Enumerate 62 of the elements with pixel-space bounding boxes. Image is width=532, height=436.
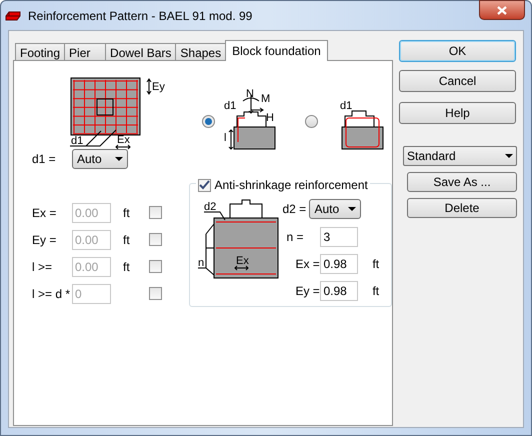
caret-icon	[348, 207, 356, 211]
dimension-arrow	[146, 78, 152, 95]
unit-label: ft	[371, 256, 380, 272]
window-title: Reinforcement Pattern - BAEL 91 mod. 99	[28, 8, 252, 24]
checkbox[interactable]	[198, 178, 212, 192]
input-field[interactable]: 0.98	[320, 280, 358, 300]
field-label: Ey =	[294, 282, 320, 300]
dimension-arrow	[234, 266, 250, 270]
app-icon	[5, 9, 22, 22]
checkmark-icon	[199, 180, 210, 190]
diagram-label: M	[261, 93, 270, 105]
tab[interactable]: Footing	[15, 43, 66, 61]
tab[interactable]: Pier	[64, 43, 106, 61]
diagram-label: n	[198, 257, 205, 269]
field-label: Ex =	[32, 204, 58, 222]
diagram-label: Ey	[152, 81, 165, 93]
unit-label: ft	[122, 204, 131, 222]
dialog-button[interactable]: Help	[399, 102, 516, 124]
diagram-label: d1	[224, 100, 236, 112]
preset-dropdown[interactable]: Standard	[403, 146, 517, 166]
tab[interactable]: Block foundation	[225, 40, 328, 61]
leader-line	[198, 212, 226, 276]
input-field[interactable]: 3	[320, 226, 358, 246]
checkbox-label: Anti-shrinkage reinforcement	[214, 177, 368, 194]
diagram-label: Ex	[117, 134, 130, 146]
caret-icon	[505, 154, 513, 158]
dialog-button[interactable]: Delete	[407, 198, 517, 218]
field-label: l >=	[32, 258, 54, 276]
field-label: d2 =	[282, 201, 308, 218]
dropdown[interactable]: Auto	[72, 148, 128, 168]
unit-label: ft	[371, 282, 380, 300]
foundation-drawing	[342, 110, 384, 150]
caret-icon	[115, 156, 123, 160]
radio-button[interactable]	[202, 114, 215, 128]
dropdown[interactable]: Auto	[309, 199, 362, 219]
diagram-label: H	[266, 112, 274, 124]
diagram-label: d1	[340, 100, 352, 112]
dialog-button[interactable]: Cancel	[399, 70, 516, 92]
field-label: d1 =	[32, 150, 57, 168]
unit-label: ft	[122, 258, 131, 276]
field-label: Ex =	[294, 256, 320, 272]
radio-button[interactable]	[305, 114, 318, 128]
diagram-label: d1	[71, 135, 84, 147]
dimension-arrow	[228, 129, 234, 150]
dialog-button[interactable]: OK	[399, 40, 516, 62]
diagram-label: N	[246, 88, 254, 100]
diagram-label: d2	[204, 201, 217, 213]
grid-plan-drawing	[70, 78, 140, 136]
field-label: n =	[285, 228, 304, 246]
diagram-label: l	[224, 132, 226, 144]
field-label: l >= d *	[32, 286, 72, 302]
close-icon	[497, 6, 507, 14]
diagram-label: Ex	[236, 255, 250, 267]
dimension-arrow	[115, 144, 131, 150]
unit-label: ft	[122, 232, 131, 248]
input-field[interactable]: 0.98	[320, 254, 358, 274]
close-button[interactable]	[479, 0, 525, 20]
tab[interactable]: Dowel Bars	[105, 43, 176, 61]
leader-line	[70, 130, 116, 146]
tab[interactable]: Shapes	[175, 43, 226, 61]
dialog-button[interactable]: Save As ...	[407, 172, 517, 192]
field-label: Ey =	[32, 232, 58, 248]
